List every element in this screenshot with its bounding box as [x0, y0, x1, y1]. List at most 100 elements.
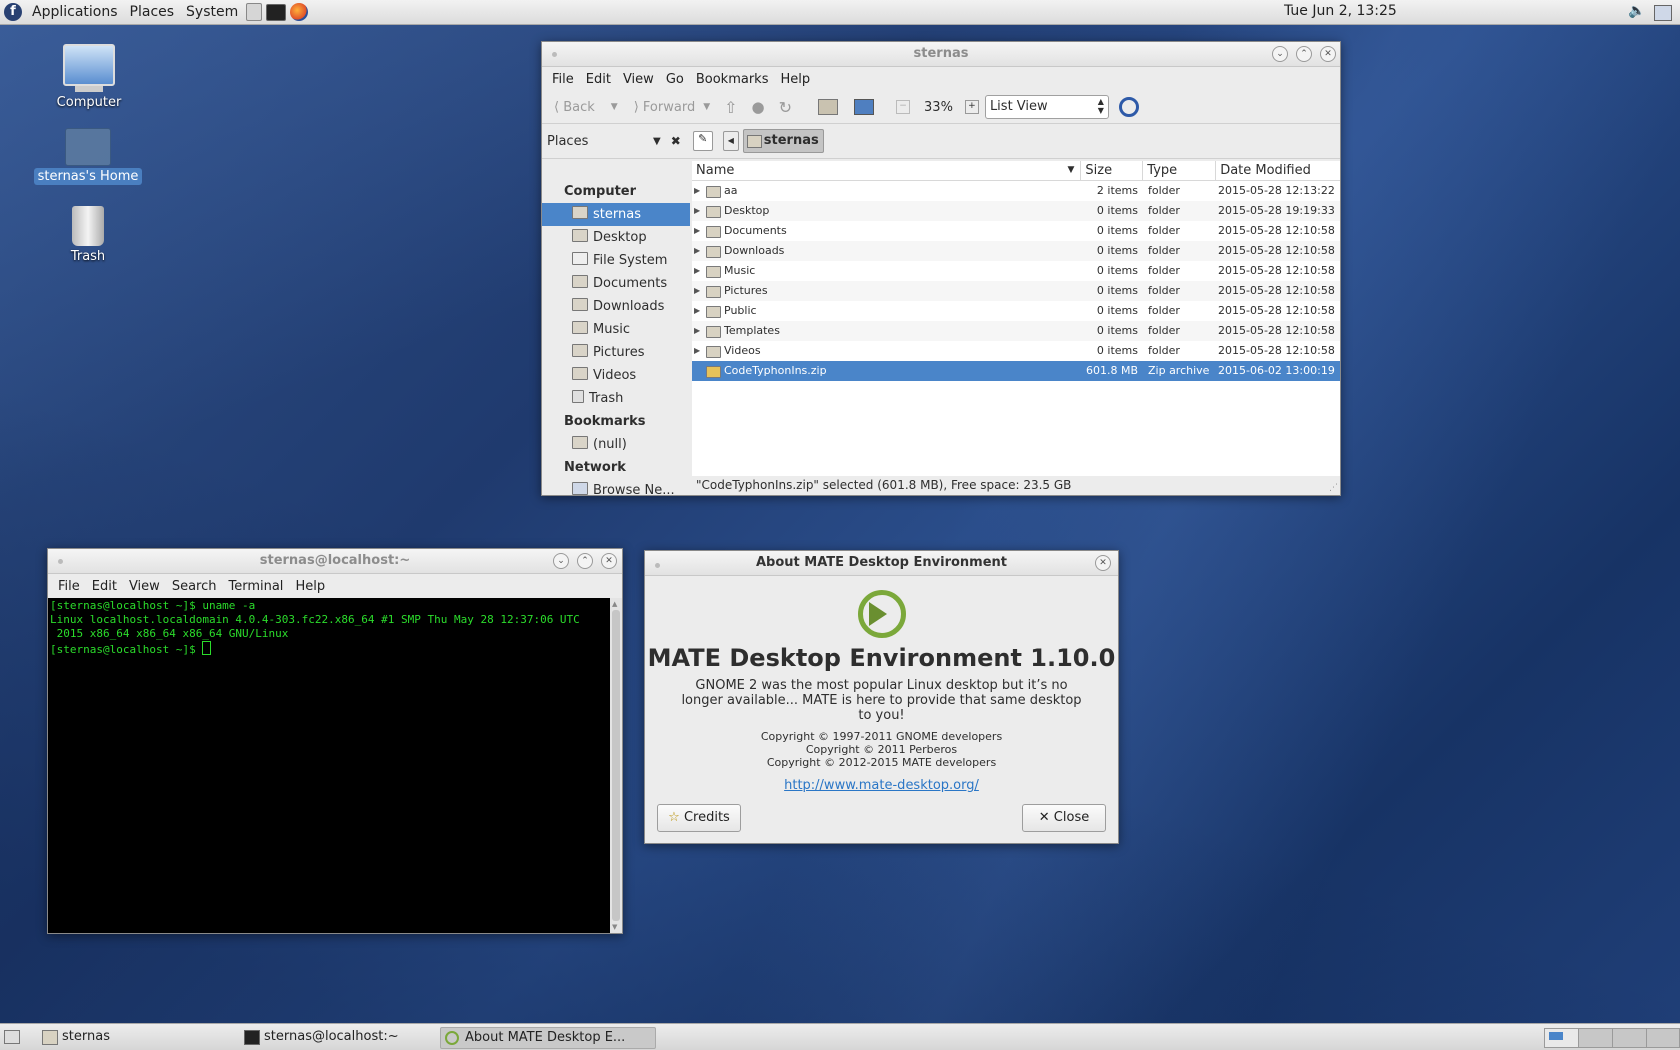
terminal-titlebar[interactable]: sternas@localhost:~ ⌄ ⌃ ✕ — [48, 549, 622, 574]
fedora-logo-icon[interactable]: f — [4, 3, 22, 21]
table-row[interactable]: ▶ Downloads 0 items folder 2015-05-28 12:10:… — [692, 241, 1340, 261]
table-row[interactable]: ▶ Desktop 0 items folder 2015-05-28 19:19:33 — [692, 201, 1340, 221]
show-desktop-icon[interactable] — [4, 1030, 20, 1044]
column-header-date[interactable]: Date Modified — [1216, 161, 1340, 180]
sidebar-item-trash[interactable]: Trash — [542, 387, 690, 410]
network-icon[interactable] — [1654, 5, 1672, 21]
scroll-thumb[interactable] — [612, 610, 620, 921]
sidebar-item-documents[interactable]: Documents — [542, 272, 690, 295]
menu-edit[interactable]: Edit — [580, 72, 617, 87]
menu-help[interactable]: Help — [774, 72, 816, 87]
workspace-4[interactable] — [1646, 1028, 1680, 1048]
path-back-icon[interactable]: ◀ — [722, 131, 739, 151]
back-button[interactable]: ⟨ Back — [550, 100, 599, 115]
expander-icon[interactable]: ▶ — [694, 341, 700, 361]
expander-icon[interactable]: ▶ — [694, 181, 700, 201]
reload-icon[interactable]: ↻ — [775, 98, 796, 117]
volume-icon[interactable]: 🔈 — [1628, 3, 1646, 21]
location-edit-icon[interactable]: ✎ — [692, 131, 713, 151]
close-button[interactable]: ✕ — [601, 553, 617, 569]
sidebar-dropdown-icon[interactable]: ▼ — [653, 136, 661, 147]
applications-menu[interactable]: Applications — [26, 4, 124, 20]
scroll-up-icon[interactable]: ▲ — [612, 600, 617, 608]
table-row[interactable]: ▶ Public 0 items folder 2015-05-28 12:10:58 — [692, 301, 1340, 321]
expander-icon[interactable]: ▶ — [694, 321, 700, 341]
sidebar-item-desktop[interactable]: Desktop — [542, 226, 690, 249]
file-manager-titlebar[interactable]: sternas ⌄ ⌃ ✕ — [542, 42, 1340, 67]
sidebar-item-browse-network[interactable]: Browse Ne... — [542, 479, 690, 502]
table-row[interactable]: ▶ Pictures 0 items folder 2015-05-28 12:10:5… — [692, 281, 1340, 301]
sidebar-item-music[interactable]: Music — [542, 318, 690, 341]
menu-view[interactable]: View — [123, 579, 166, 594]
home-icon[interactable] — [818, 99, 839, 115]
file-manager-launcher-icon[interactable] — [246, 3, 263, 21]
menu-file[interactable]: File — [546, 72, 580, 87]
task-terminal[interactable]: sternas@localhost:~ — [240, 1027, 444, 1047]
credits-button[interactable]: ☆ Credits — [657, 804, 741, 832]
minimize-button[interactable]: ⌄ — [553, 553, 569, 569]
menu-help[interactable]: Help — [289, 579, 331, 594]
expander-icon[interactable]: ▶ — [694, 261, 700, 281]
close-button[interactable]: ✕ — [1095, 555, 1111, 571]
computer-icon[interactable] — [854, 99, 875, 115]
back-history-icon[interactable]: ▼ — [607, 102, 622, 112]
path-button-sternas[interactable]: sternas — [742, 129, 824, 153]
zoom-out-icon[interactable]: − — [896, 100, 911, 114]
terminal-scrollbar[interactable]: ▲ ▼ — [610, 598, 622, 933]
maximize-button[interactable]: ⌃ — [577, 553, 593, 569]
firefox-launcher-icon[interactable] — [290, 3, 309, 21]
menu-bookmarks[interactable]: Bookmarks — [690, 72, 775, 87]
close-button[interactable]: ✕ — [1320, 46, 1336, 62]
terminal-screen[interactable]: [sternas@localhost ~]$ uname -a Linux loc… — [48, 598, 610, 933]
table-row[interactable]: ▶ aa 2 items folder 2015-05-28 12:13:22 — [692, 181, 1340, 201]
sidebar-item-bookmark-null[interactable]: (null) — [542, 433, 690, 456]
table-row[interactable]: ▶ Music 0 items folder 2015-05-28 12:10:58 — [692, 261, 1340, 281]
workspace-1[interactable] — [1544, 1028, 1579, 1048]
up-icon[interactable]: ⇧ — [720, 98, 741, 117]
sidebar-item-pictures[interactable]: Pictures — [542, 341, 690, 364]
expander-icon[interactable]: ▶ — [694, 301, 700, 321]
forward-history-icon[interactable]: ▼ — [699, 102, 714, 112]
minimize-button[interactable]: ⌄ — [1272, 46, 1288, 62]
desktop-icon-home[interactable]: sternas's Home — [33, 128, 143, 185]
workspace-3[interactable] — [1612, 1028, 1647, 1048]
sidebar-item-downloads[interactable]: Downloads — [542, 295, 690, 318]
menu-terminal[interactable]: Terminal — [222, 579, 289, 594]
maximize-button[interactable]: ⌃ — [1296, 46, 1312, 62]
stop-icon[interactable]: ● — [748, 98, 769, 116]
menu-edit[interactable]: Edit — [86, 579, 123, 594]
table-row[interactable]: ▶ Documents 0 items folder 2015-05-28 12:10:… — [692, 221, 1340, 241]
table-row[interactable]: ▶ Templates 0 items folder 2015-05-28 12:10:… — [692, 321, 1340, 341]
zoom-in-icon[interactable]: + — [964, 100, 979, 114]
view-mode-select[interactable]: List View ▲ ▼ — [984, 95, 1109, 119]
sidebar-item-sternas[interactable]: sternas — [542, 203, 690, 226]
clock[interactable]: Tue Jun 2, 13:25 — [1284, 3, 1397, 19]
places-menu[interactable]: Places — [124, 4, 181, 20]
workspace-2[interactable] — [1578, 1028, 1613, 1048]
resize-grip-icon[interactable]: ⋰ — [1329, 483, 1338, 493]
terminal-launcher-icon[interactable] — [266, 3, 287, 21]
desktop-icon-computer[interactable]: Computer — [34, 44, 144, 111]
expander-icon[interactable]: ▶ — [694, 201, 700, 221]
table-row[interactable]: CodeTyphonIns.zip 601.8 MB Zip archive 2015… — [692, 361, 1340, 381]
task-file-manager[interactable]: sternas — [38, 1027, 242, 1047]
sidebar-close-icon[interactable]: ✖ — [671, 134, 681, 148]
website-link[interactable]: http://www.mate-desktop.org/ — [645, 778, 1118, 793]
system-menu[interactable]: System — [180, 4, 244, 20]
column-header-type[interactable]: Type — [1143, 161, 1217, 180]
task-about[interactable]: About MATE Desktop E... — [440, 1027, 656, 1049]
menu-search[interactable]: Search — [166, 579, 223, 594]
menu-view[interactable]: View — [617, 72, 660, 87]
sidebar-item-file-system[interactable]: File System — [542, 249, 690, 272]
search-icon[interactable] — [1118, 97, 1139, 117]
table-row[interactable]: ▶ Videos 0 items folder 2015-05-28 12:10:58 — [692, 341, 1340, 361]
expander-icon[interactable]: ▶ — [694, 241, 700, 261]
menu-go[interactable]: Go — [660, 72, 690, 87]
sidebar-item-videos[interactable]: Videos — [542, 364, 690, 387]
expander-icon[interactable]: ▶ — [694, 221, 700, 241]
forward-button[interactable]: ⟩ Forward — [630, 100, 700, 115]
scroll-down-icon[interactable]: ▼ — [612, 923, 617, 931]
about-titlebar[interactable]: About MATE Desktop Environment ✕ — [645, 551, 1118, 576]
column-header-name[interactable]: Name ▼ — [692, 161, 1082, 180]
desktop-icon-trash[interactable]: Trash — [33, 206, 143, 265]
